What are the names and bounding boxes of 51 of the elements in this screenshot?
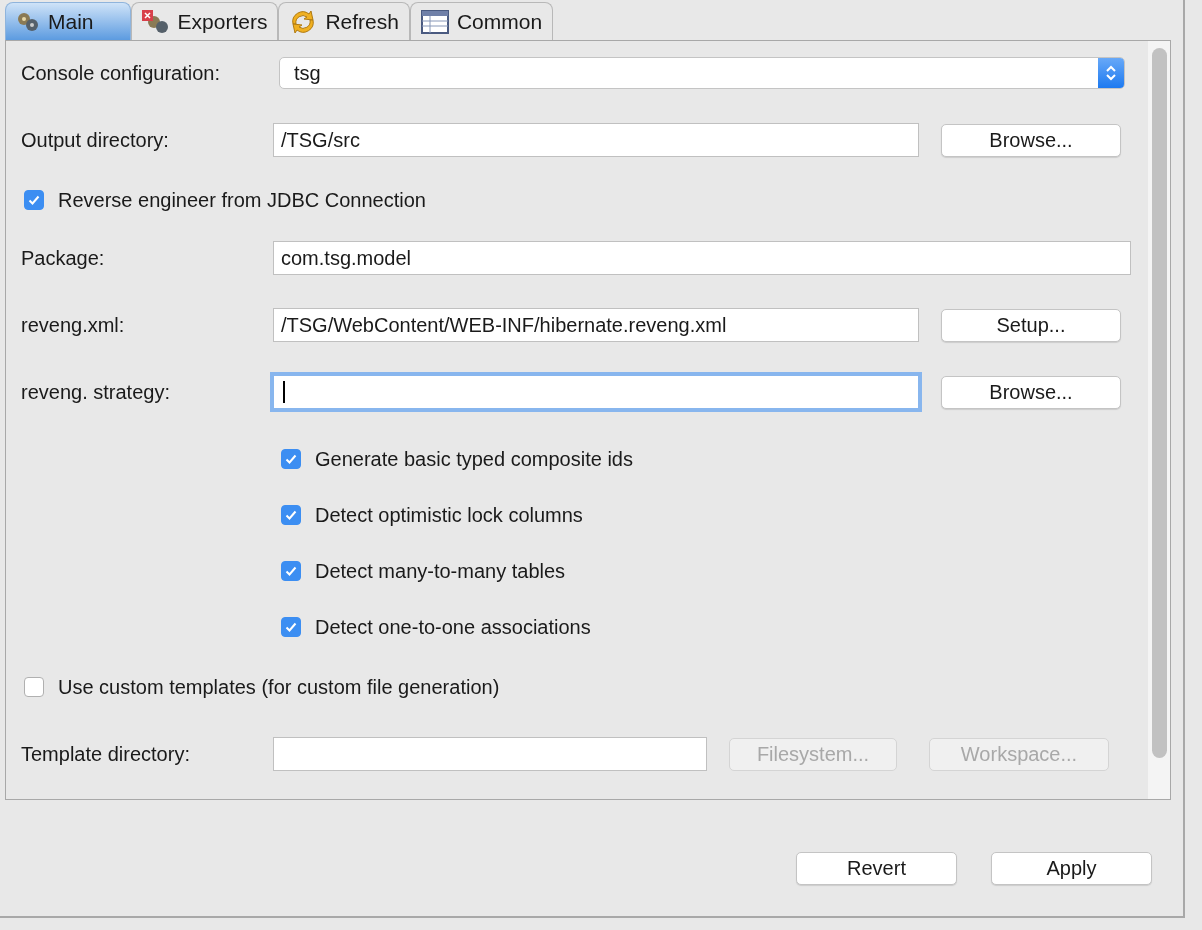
dropdown[interactable]: tsg — [279, 57, 1125, 89]
checkbox-label: Reverse engineer from JDBC Connection — [58, 188, 426, 212]
checkbox-label: Generate basic typed composite ids — [315, 447, 633, 471]
gear-pair-icon — [16, 10, 40, 33]
field-value: /TSG/src — [281, 128, 360, 152]
checkbox-label: Detect many-to-many tables — [315, 559, 566, 583]
scrollbar-thumb[interactable] — [1151, 48, 1167, 758]
checkbox-label: Detect optimistic lock columns — [315, 503, 583, 527]
tab[interactable]: Common — [409, 2, 554, 40]
checkmark-icon — [284, 620, 298, 634]
tab[interactable]: Main — [5, 2, 131, 40]
input-field[interactable] — [273, 737, 707, 771]
checkmark-icon — [284, 564, 298, 578]
tab-label: Main — [48, 9, 94, 34]
footer-button[interactable]: Revert — [796, 852, 957, 885]
tab[interactable]: Exporters — [130, 2, 279, 40]
checkbox[interactable] — [281, 561, 301, 581]
browse-button[interactable]: Browse... — [941, 375, 1121, 409]
checkbox[interactable] — [24, 190, 44, 210]
footer-button[interactable]: Apply — [991, 852, 1152, 885]
checkbox[interactable] — [24, 677, 44, 697]
field-label: reveng. strategy: — [21, 380, 171, 404]
input-field[interactable]: /TSG/src — [273, 123, 919, 157]
checkmark-icon — [284, 452, 298, 466]
input-field[interactable]: /TSG/WebContent/WEB-INF/hibernate.reveng.xml — [273, 308, 919, 342]
field-label: Package: — [21, 246, 106, 270]
chevron-icon — [1098, 58, 1124, 88]
table-icon — [420, 9, 449, 34]
field-label: reveng.xml: — [21, 313, 126, 337]
browse-button[interactable]: Browse... — [941, 123, 1121, 157]
input-field[interactable]: com.tsg.model — [273, 241, 1131, 275]
checkmark-icon — [284, 508, 298, 522]
tab[interactable]: Refresh — [278, 2, 410, 40]
checkmark-icon — [27, 193, 41, 207]
field-label: Console configuration: — [21, 61, 221, 85]
checkbox[interactable] — [281, 505, 301, 525]
checkbox-label: Detect one-to-one associations — [315, 615, 591, 639]
checkbox[interactable] — [281, 617, 301, 637]
tab-label: Common — [456, 9, 543, 34]
checkbox[interactable] — [281, 449, 301, 469]
checkbox-label: Use custom templates (for custom file generation) — [58, 675, 500, 699]
input-field[interactable] — [273, 375, 919, 409]
field-label: Output directory: — [21, 128, 170, 152]
field-label: Template directory: — [21, 742, 191, 766]
gear-pair-error-icon — [141, 9, 170, 34]
browse-button[interactable]: Setup... — [941, 308, 1121, 342]
field-value: com.tsg.model — [281, 246, 412, 270]
field-value: tsg — [294, 61, 322, 85]
tab-label: Exporters — [177, 9, 268, 34]
field-value: /TSG/WebContent/WEB-INF/hibernate.reveng.xml — [281, 313, 727, 337]
tab-label: Refresh — [325, 9, 399, 34]
